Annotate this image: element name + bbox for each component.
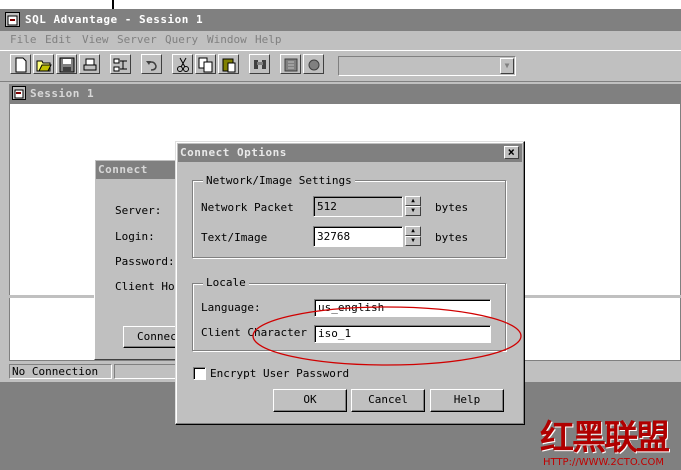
packet-unit: bytes	[435, 201, 469, 214]
packet-up-icon[interactable]: ▲	[405, 196, 421, 206]
paste-icon[interactable]	[218, 54, 239, 74]
watermark-url: HTTP://WWW.2CTO.COM	[543, 457, 664, 468]
desktop-edge	[112, 0, 114, 9]
find-icon[interactable]	[249, 54, 270, 74]
textimage-input[interactable]: 32768	[313, 226, 403, 247]
session-title: Session 1	[30, 87, 95, 100]
session-icon	[12, 86, 26, 100]
app-icon	[5, 12, 20, 27]
chevron-down-icon[interactable]: ▼	[500, 58, 514, 74]
network-group-label: Network/Image Settings	[203, 174, 355, 187]
desktop-strip	[0, 0, 681, 9]
save-icon[interactable]	[56, 54, 77, 74]
textimage-unit: bytes	[435, 231, 469, 244]
close-icon[interactable]: ×	[504, 146, 519, 159]
textimage-up-icon[interactable]: ▲	[405, 226, 421, 236]
packet-input[interactable]: 512	[313, 196, 403, 217]
menu-server[interactable]: Server	[117, 33, 157, 46]
encrypt-checkbox[interactable]	[193, 367, 206, 380]
status-connection: No Connection	[9, 364, 112, 379]
app-title: SQL Advantage - Session 1	[25, 13, 204, 26]
textimage-label: Text/Image	[201, 231, 268, 244]
menu-bar: File Edit View Server Query Window Help	[0, 31, 681, 49]
watermark: 红黑联盟 HTTP://WWW.2CTO.COM	[540, 410, 681, 470]
client-host-label: Client Hos	[115, 280, 182, 293]
copy-icon[interactable]	[195, 54, 216, 74]
options-titlebar[interactable]: Connect Options ×	[178, 144, 522, 162]
print-icon[interactable]	[79, 54, 100, 74]
watermark-logo: 红黑联盟	[540, 418, 670, 458]
stop-icon[interactable]	[303, 54, 324, 74]
execute-icon[interactable]	[280, 54, 301, 74]
packet-down-icon[interactable]: ▼	[405, 206, 421, 216]
menu-view[interactable]: View	[82, 33, 109, 46]
ok-button[interactable]: OK	[273, 389, 347, 412]
annotation-ellipse	[252, 306, 522, 366]
cut-icon[interactable]	[172, 54, 193, 74]
server-label: Server:	[115, 204, 162, 217]
database-combo[interactable]: ▼	[338, 56, 516, 76]
connect-options-dialog: Connect Options × Network/Image Settings…	[175, 141, 525, 425]
undo-icon[interactable]	[141, 54, 162, 74]
options-title: Connect Options	[180, 146, 287, 159]
app-titlebar[interactable]: SQL Advantage - Session 1	[0, 9, 681, 31]
textimage-down-icon[interactable]: ▼	[405, 236, 421, 246]
menu-query[interactable]: Query	[165, 33, 198, 46]
login-label: Login:	[115, 230, 155, 243]
menu-file[interactable]: File	[10, 33, 37, 46]
new-file-icon[interactable]	[10, 54, 31, 74]
encrypt-label[interactable]: Encrypt User Password	[210, 367, 349, 380]
connection-icon[interactable]	[110, 54, 131, 74]
locale-group-label: Locale	[203, 276, 249, 289]
connect-button[interactable]: Connec	[123, 326, 183, 348]
menu-window[interactable]: Window	[207, 33, 247, 46]
menu-help[interactable]: Help	[255, 33, 282, 46]
password-label: Password:	[115, 255, 175, 268]
menu-edit[interactable]: Edit	[45, 33, 72, 46]
cancel-button[interactable]: Cancel	[351, 389, 425, 412]
help-button[interactable]: Help	[430, 389, 504, 412]
open-folder-icon[interactable]	[33, 54, 54, 74]
session-titlebar[interactable]: Session 1	[9, 84, 681, 103]
packet-label: Network Packet	[201, 201, 294, 214]
